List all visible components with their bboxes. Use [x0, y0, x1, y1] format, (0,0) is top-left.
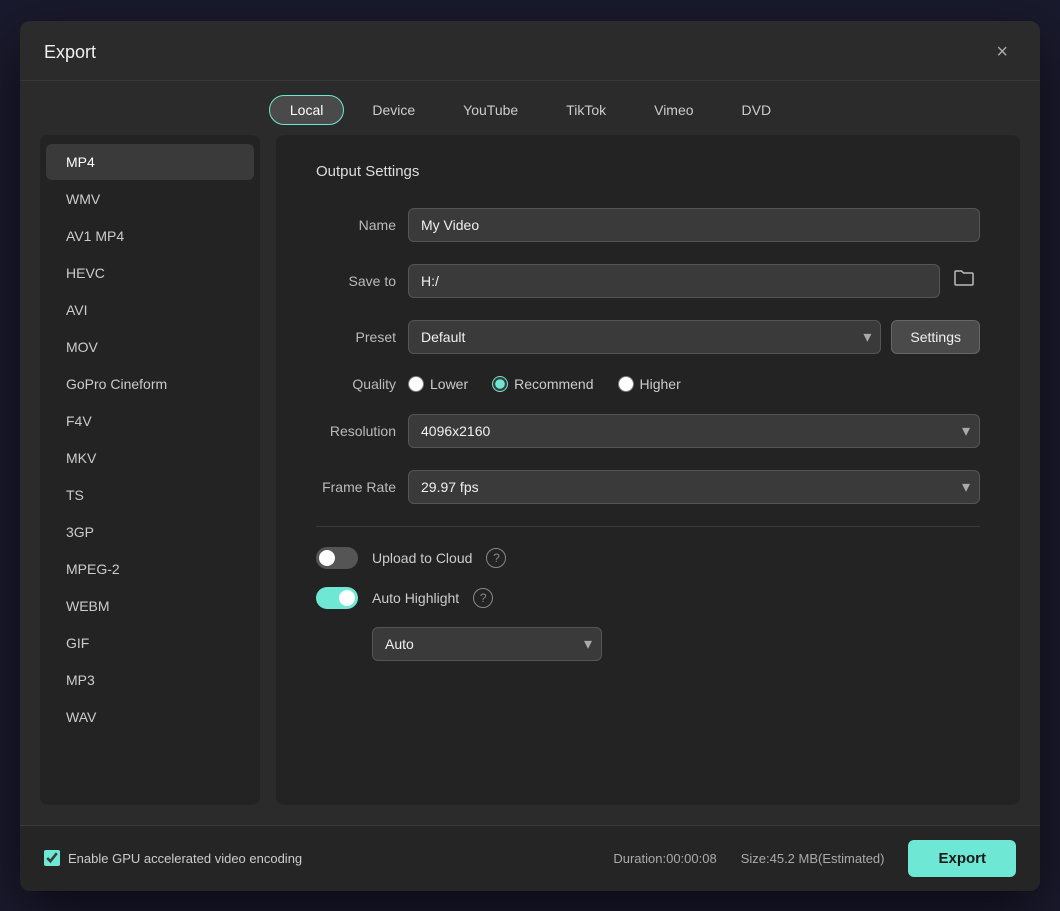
- sidebar-item-gif[interactable]: GIF: [46, 625, 254, 661]
- sidebar-item-mp4[interactable]: MP4: [46, 144, 254, 180]
- tabs-bar: Local Device YouTube TikTok Vimeo DVD: [20, 81, 1040, 135]
- auto-select-inner: Auto Manual: [372, 627, 602, 661]
- resolution-label: Resolution: [316, 423, 396, 439]
- quality-row: Quality Lower Recommend Higher: [316, 376, 980, 392]
- tab-dvd[interactable]: DVD: [722, 96, 792, 124]
- upload-cloud-slider: [316, 547, 358, 569]
- dialog-header: Export ×: [20, 21, 1040, 81]
- size-stat: Size:45.2 MB(Estimated): [741, 851, 885, 866]
- preset-select[interactable]: Default High Quality Low Quality: [408, 320, 881, 354]
- auto-highlight-label: Auto Highlight: [372, 590, 459, 606]
- upload-cloud-label: Upload to Cloud: [372, 550, 472, 566]
- sidebar-item-wmv[interactable]: WMV: [46, 181, 254, 217]
- resolution-select-wrap: 4096x2160 3840x2160 1920x1080 1280x720: [408, 414, 980, 448]
- frame-rate-row: Frame Rate 29.97 fps 25 fps 24 fps 60 fp…: [316, 470, 980, 504]
- name-label: Name: [316, 217, 396, 233]
- export-dialog: Export × Local Device YouTube TikTok Vim…: [20, 21, 1040, 891]
- frame-rate-label: Frame Rate: [316, 479, 396, 495]
- main-content: Output Settings Name Save to: [276, 135, 1020, 805]
- gpu-checkbox-label[interactable]: Enable GPU accelerated video encoding: [44, 850, 302, 866]
- gpu-label-text: Enable GPU accelerated video encoding: [68, 851, 302, 866]
- output-settings-title: Output Settings: [316, 163, 980, 180]
- quality-recommend-radio[interactable]: [492, 376, 508, 392]
- save-to-input[interactable]: [408, 264, 940, 298]
- quality-lower-label: Lower: [430, 376, 468, 392]
- preset-row: Preset Default High Quality Low Quality …: [316, 320, 980, 354]
- frame-rate-select-wrap: 29.97 fps 25 fps 24 fps 60 fps: [408, 470, 980, 504]
- frame-rate-select[interactable]: 29.97 fps 25 fps 24 fps 60 fps: [408, 470, 980, 504]
- dialog-body: MP4 WMV AV1 MP4 HEVC AVI MOV GoPro Cinef…: [20, 135, 1040, 825]
- settings-button[interactable]: Settings: [891, 320, 980, 354]
- sidebar-item-gopro[interactable]: GoPro Cineform: [46, 366, 254, 402]
- tab-youtube[interactable]: YouTube: [443, 96, 538, 124]
- tab-local[interactable]: Local: [269, 95, 344, 125]
- close-button[interactable]: ×: [988, 37, 1016, 68]
- dialog-footer: Enable GPU accelerated video encoding Du…: [20, 825, 1040, 891]
- name-row: Name: [316, 208, 980, 242]
- save-to-label: Save to: [316, 273, 396, 289]
- save-to-row: Save to: [316, 264, 980, 298]
- quality-group: Lower Recommend Higher: [408, 376, 681, 392]
- name-input[interactable]: [408, 208, 980, 242]
- resolution-row: Resolution 4096x2160 3840x2160 1920x1080…: [316, 414, 980, 448]
- sidebar-item-mov[interactable]: MOV: [46, 329, 254, 365]
- auto-highlight-slider: [316, 587, 358, 609]
- resolution-select[interactable]: 4096x2160 3840x2160 1920x1080 1280x720: [408, 414, 980, 448]
- quality-label: Quality: [316, 376, 396, 392]
- sidebar-item-mkv[interactable]: MKV: [46, 440, 254, 476]
- sidebar-item-hevc[interactable]: HEVC: [46, 255, 254, 291]
- auto-highlight-row: Auto Highlight ?: [316, 587, 980, 609]
- sidebar-item-av1mp4[interactable]: AV1 MP4: [46, 218, 254, 254]
- format-sidebar: MP4 WMV AV1 MP4 HEVC AVI MOV GoPro Cinef…: [40, 135, 260, 805]
- quality-higher-radio[interactable]: [618, 376, 634, 392]
- footer-right: Duration:00:00:08 Size:45.2 MB(Estimated…: [613, 840, 1016, 877]
- sidebar-item-mpeg2[interactable]: MPEG-2: [46, 551, 254, 587]
- upload-cloud-row: Upload to Cloud ?: [316, 547, 980, 569]
- sidebar-item-avi[interactable]: AVI: [46, 292, 254, 328]
- tab-device[interactable]: Device: [352, 96, 435, 124]
- dialog-title: Export: [44, 42, 96, 63]
- preset-label: Preset: [316, 329, 396, 345]
- sidebar-item-mp3[interactable]: MP3: [46, 662, 254, 698]
- export-button[interactable]: Export: [908, 840, 1016, 877]
- auto-highlight-help-icon[interactable]: ?: [473, 588, 493, 608]
- sidebar-item-wav[interactable]: WAV: [46, 699, 254, 735]
- duration-stat: Duration:00:00:08: [613, 851, 716, 866]
- preset-input-group: Default High Quality Low Quality Setting…: [408, 320, 980, 354]
- quality-recommend-label: Recommend: [514, 376, 593, 392]
- sidebar-item-3gp[interactable]: 3GP: [46, 514, 254, 550]
- sidebar-item-f4v[interactable]: F4V: [46, 403, 254, 439]
- quality-higher-option[interactable]: Higher: [618, 376, 681, 392]
- gpu-checkbox[interactable]: [44, 850, 60, 866]
- preset-select-wrap: Default High Quality Low Quality: [408, 320, 881, 354]
- sidebar-item-ts[interactable]: TS: [46, 477, 254, 513]
- auto-select-wrap: Auto Manual: [372, 627, 980, 661]
- folder-browse-button[interactable]: [948, 265, 980, 296]
- quality-higher-label: Higher: [640, 376, 681, 392]
- quality-lower-option[interactable]: Lower: [408, 376, 468, 392]
- save-to-input-group: [408, 264, 980, 298]
- tab-tiktok[interactable]: TikTok: [546, 96, 626, 124]
- tab-vimeo[interactable]: Vimeo: [634, 96, 713, 124]
- divider: [316, 526, 980, 527]
- quality-lower-radio[interactable]: [408, 376, 424, 392]
- quality-recommend-option[interactable]: Recommend: [492, 376, 593, 392]
- sidebar-item-webm[interactable]: WEBM: [46, 588, 254, 624]
- upload-cloud-help-icon[interactable]: ?: [486, 548, 506, 568]
- auto-select[interactable]: Auto Manual: [372, 627, 602, 661]
- upload-cloud-toggle[interactable]: [316, 547, 358, 569]
- auto-highlight-toggle[interactable]: [316, 587, 358, 609]
